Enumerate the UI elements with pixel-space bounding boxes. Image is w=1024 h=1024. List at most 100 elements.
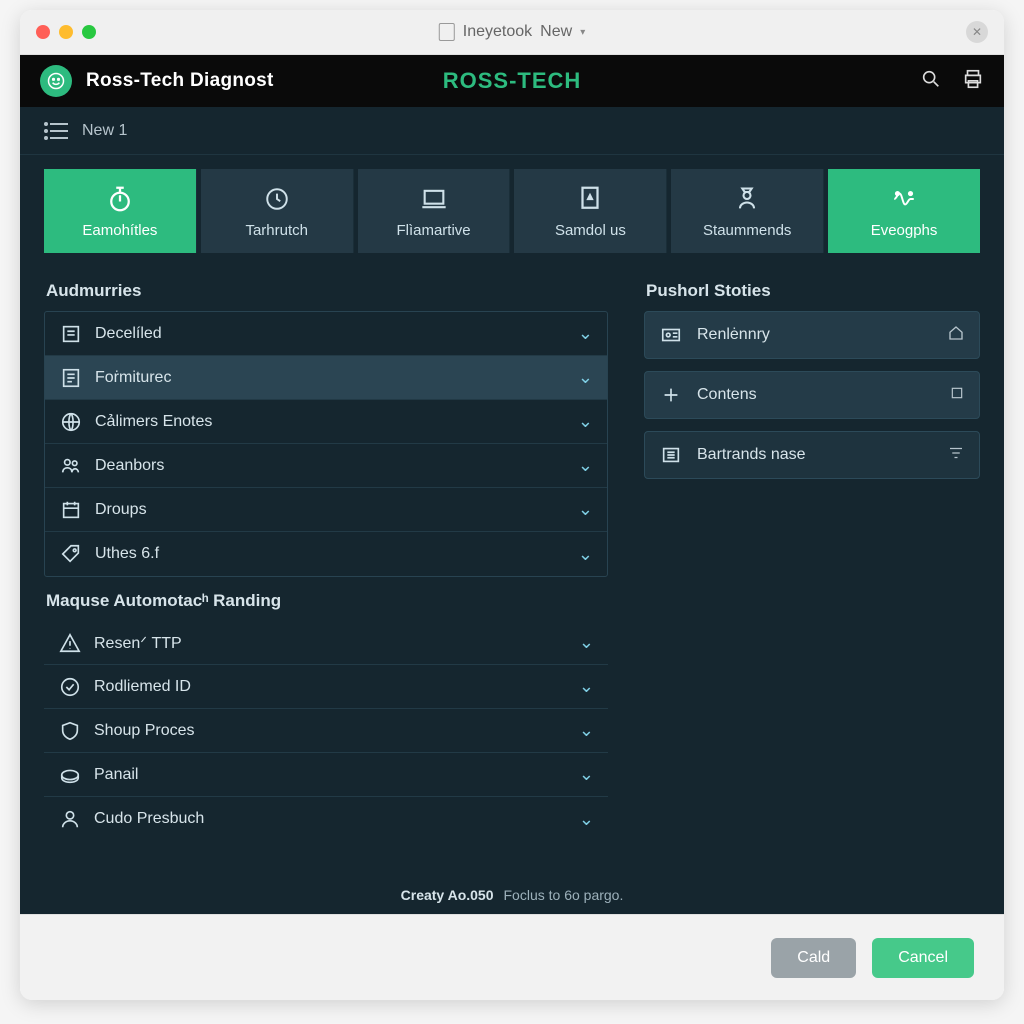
row-droups[interactable]: Droups ⌄: [45, 488, 607, 532]
tab-label: Flìamartive: [396, 222, 470, 239]
zoom-dot[interactable]: [82, 25, 96, 39]
document-icon: [439, 23, 455, 41]
row-label: Decelíled: [95, 325, 578, 343]
row-label: Deanbors: [95, 457, 578, 475]
subbar-label: New 1: [82, 122, 127, 140]
card-renlennry[interactable]: Renlėnnry: [644, 311, 980, 359]
search-icon[interactable]: [920, 68, 942, 95]
tab-label: Eveogphs: [871, 222, 938, 239]
card-label: Contens: [697, 386, 949, 404]
tab-eveogphs[interactable]: Eveogphs: [828, 169, 980, 253]
cald-button[interactable]: Cald: [771, 938, 856, 978]
shield-icon: [58, 719, 82, 743]
cancel-button[interactable]: Cancel: [872, 938, 974, 978]
clock-icon: [264, 184, 290, 214]
titlebar-new-label: New: [540, 23, 572, 41]
tab-label: Samdol us: [555, 222, 626, 239]
row-shoup[interactable]: Shoup Proces ⌄: [44, 709, 608, 753]
stopwatch-icon: [105, 184, 135, 214]
section-title-audmurries: Audmurries: [46, 281, 608, 301]
person-icon: [58, 807, 82, 831]
traffic-lights: [36, 25, 96, 39]
chevron-down-icon: ▾: [580, 27, 585, 38]
row-formiturec[interactable]: Foṙmiturec ⌄: [45, 356, 607, 400]
status-strong: Creaty Ao.050: [401, 887, 494, 903]
right-column: Pushorl Stoties Renlėnnry Contens Bartra…: [644, 267, 980, 876]
row-rodliemed[interactable]: Rodliemed ID ⌄: [44, 665, 608, 709]
chevron-down-icon: ⌄: [578, 455, 593, 476]
close-dot[interactable]: [36, 25, 50, 39]
app-logo-icon: [40, 65, 72, 97]
card-label: Bartrands nase: [697, 446, 947, 464]
row-panail[interactable]: Panail ⌄: [44, 753, 608, 797]
status-text: Foclus to 6o pargo.: [504, 887, 624, 903]
tab-strip: Eamohítles Tarhrutch Flìamartive Samdol …: [20, 155, 1004, 253]
people-icon: [59, 454, 83, 478]
chevron-down-icon: ⌄: [578, 411, 593, 432]
section-title-pushorl: Pushorl Stoties: [646, 281, 980, 301]
app-window: Ineyetook New ▾ ✕ Ross-Tech Diagnost ROS…: [20, 10, 1004, 1000]
id-icon: [659, 323, 683, 347]
app-title: Ross-Tech Diagnost: [86, 70, 274, 92]
button-bar: Cald Cancel: [20, 914, 1004, 1000]
chevron-down-icon: ⌄: [579, 764, 594, 785]
tab-flamartive[interactable]: Flìamartive: [358, 169, 511, 253]
card-bartrands[interactable]: Bartrands nase: [644, 431, 980, 479]
row-label: Shoup Proces: [94, 722, 579, 740]
row-calimers[interactable]: Cảlimers Enotes ⌄: [45, 400, 607, 444]
row-label: Panail: [94, 766, 579, 784]
titlebar-title-text: Ineyetook: [463, 23, 532, 41]
plus-icon: [659, 383, 683, 407]
tab-label: Eamohítles: [82, 222, 157, 239]
titlebar: Ineyetook New ▾ ✕: [20, 10, 1004, 55]
row-cudo[interactable]: Cudo Presbuch ⌄: [44, 797, 608, 841]
chevron-down-icon: ⌄: [578, 544, 593, 565]
doc-list-icon: [59, 322, 83, 346]
row-uthes[interactable]: Uthes 6.f ⌄: [45, 532, 607, 576]
form-icon: [59, 366, 83, 390]
row-label: Cudo Presbuch: [94, 810, 579, 828]
row-deceliled[interactable]: Decelíled ⌄: [45, 312, 607, 356]
card-contens[interactable]: Contens: [644, 371, 980, 419]
laptop-icon: [418, 184, 450, 214]
header-actions: [920, 68, 984, 95]
badge-person-icon: [733, 184, 761, 214]
tag-icon: [59, 542, 83, 566]
row-label: Cảlimers Enotes: [95, 413, 578, 431]
dismiss-button[interactable]: ✕: [966, 21, 988, 43]
status-bar: Creaty Ao.050 Foclus to 6o pargo.: [20, 876, 1004, 914]
tab-label: Staummends: [703, 222, 791, 239]
calendar-icon: [59, 498, 83, 522]
row-resen[interactable]: Resenᐟ TTP ⌄: [44, 621, 608, 665]
print-icon[interactable]: [962, 68, 984, 95]
subbar: New 1: [20, 107, 1004, 155]
tab-staummends[interactable]: Staummends: [671, 169, 824, 253]
row-label: Resenᐟ TTP: [94, 633, 579, 653]
chevron-down-icon: ⌄: [579, 809, 594, 830]
activity-icon: [887, 184, 921, 214]
chevron-down-icon: ⌄: [579, 632, 594, 653]
chevron-down-icon: ⌄: [578, 499, 593, 520]
panel-maquse: Resenᐟ TTP ⌄ Rodliemed ID ⌄ Shoup Proces…: [44, 621, 608, 841]
row-label: Foṙmiturec: [95, 369, 578, 387]
titlebar-title[interactable]: Ineyetook New ▾: [439, 23, 585, 41]
chevron-down-icon: ⌄: [579, 720, 594, 741]
tab-samdol[interactable]: Samdol us: [514, 169, 667, 253]
tab-tarhrutch[interactable]: Tarhrutch: [201, 169, 354, 253]
section-title-maquse: Maquse Automotacʰ Randing: [46, 591, 608, 611]
minimize-dot[interactable]: [59, 25, 73, 39]
row-deanbors[interactable]: Deanbors ⌄: [45, 444, 607, 488]
chevron-down-icon: ⌄: [579, 676, 594, 697]
chevron-down-icon: ⌄: [578, 323, 593, 344]
disk-icon: [58, 763, 82, 787]
square-icon: [949, 385, 965, 406]
app-header: Ross-Tech Diagnost ROSS-TECH: [20, 55, 1004, 107]
home-icon: [947, 324, 965, 347]
tab-eamohitles[interactable]: Eamohítles: [44, 169, 197, 253]
globe-icon: [59, 410, 83, 434]
dark-body: New 1 Eamohítles Tarhrutch Flìamartive S…: [20, 107, 1004, 914]
check-circle-icon: [58, 675, 82, 699]
row-label: Droups: [95, 501, 578, 519]
menu-icon[interactable]: [44, 122, 68, 140]
filter-icon: [947, 444, 965, 467]
